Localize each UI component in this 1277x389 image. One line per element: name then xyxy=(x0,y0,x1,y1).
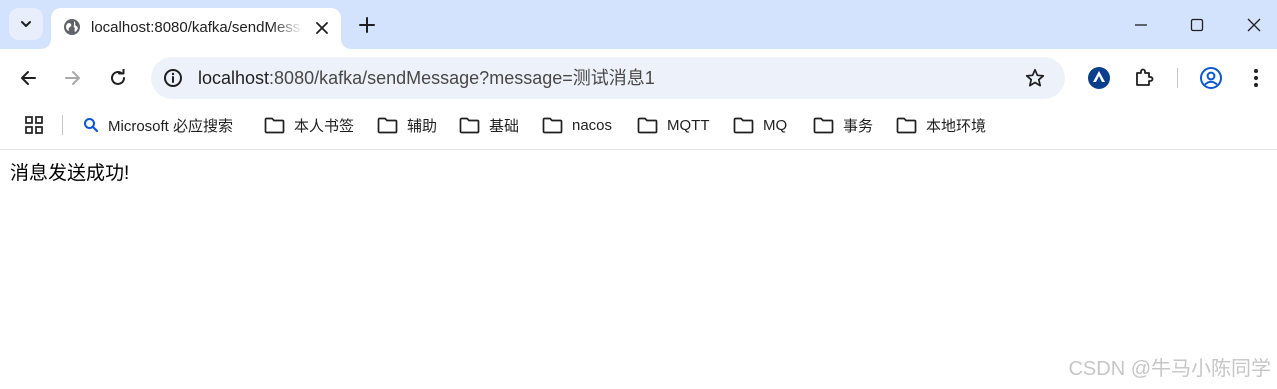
bookmark-label: MQTT xyxy=(667,116,710,134)
extension-logo-icon xyxy=(1088,67,1110,89)
bookmark-folder-local-env[interactable]: 本地环境 xyxy=(896,112,986,138)
bookmarks-bar: Microsoft 必应搜索 本人书签 辅助 基础 nacos MQTT MQ … xyxy=(0,106,1277,150)
folder-icon xyxy=(896,117,917,133)
bookmarks-divider xyxy=(62,115,63,135)
arrow-right-icon xyxy=(65,71,80,85)
bookmark-label: 基础 xyxy=(489,117,520,135)
profile-button[interactable] xyxy=(1197,64,1225,92)
minimize-icon xyxy=(1135,24,1147,26)
folder-icon xyxy=(459,117,480,133)
reload-icon xyxy=(111,69,125,85)
site-info-button[interactable] xyxy=(161,66,185,90)
close-window-button[interactable] xyxy=(1239,10,1269,40)
tab-strip: localhost:8080/kafka/sendMessage?message… xyxy=(0,0,1277,49)
tab-title: localhost:8080/kafka/sendMessage?message… xyxy=(91,19,303,36)
new-tab-button[interactable] xyxy=(355,13,379,37)
page-content: 消息发送成功! CSDN @牛马小陈同学 xyxy=(0,150,1277,389)
tab-active[interactable]: localhost:8080/kafka/sendMessage?message… xyxy=(51,8,341,49)
bookmark-label: nacos xyxy=(572,116,613,134)
bookmark-star-button[interactable] xyxy=(1023,66,1047,90)
info-icon xyxy=(164,69,182,87)
reload-button[interactable] xyxy=(103,63,133,93)
url-text[interactable]: localhost:8080/kafka/sendMessage?message… xyxy=(198,67,655,89)
search-icon xyxy=(84,118,99,133)
back-button[interactable] xyxy=(13,63,43,93)
url-path: :8080/kafka/sendMessage?message=测试消息1 xyxy=(269,68,655,88)
bookmark-label: MQ xyxy=(763,116,788,134)
apps-grid-icon xyxy=(25,116,43,134)
forward-button[interactable] xyxy=(58,63,88,93)
chevron-down-icon xyxy=(21,21,31,27)
close-icon xyxy=(316,22,328,34)
folder-icon xyxy=(637,117,658,133)
star-icon xyxy=(1025,68,1045,87)
bookmark-label: Microsoft 必应搜索 xyxy=(108,117,234,135)
folder-icon xyxy=(264,117,285,133)
bookmark-label: 本地环境 xyxy=(926,117,987,135)
toolbar-divider xyxy=(1177,68,1178,88)
bookmark-label: 辅助 xyxy=(407,117,438,135)
folder-icon xyxy=(377,117,398,133)
minimize-button[interactable] xyxy=(1126,10,1156,40)
browser-toolbar: localhost:8080/kafka/sendMessage?message… xyxy=(0,49,1277,106)
response-message: 消息发送成功! xyxy=(10,163,130,184)
plus-icon xyxy=(359,17,375,33)
puzzle-icon xyxy=(1136,68,1154,86)
bookmark-folder-transactions[interactable]: 事务 xyxy=(813,112,873,138)
url-host: localhost xyxy=(198,68,270,88)
extension-button[interactable] xyxy=(1085,64,1113,92)
more-vertical-icon xyxy=(1254,69,1258,87)
bookmark-folder-nacos[interactable]: nacos xyxy=(542,112,612,138)
bookmark-label: 本人书签 xyxy=(294,117,355,135)
bookmark-folder-personal[interactable]: 本人书签 xyxy=(264,112,354,138)
avatar-icon xyxy=(1200,67,1222,89)
bookmark-microsoft-bing[interactable]: Microsoft 必应搜索 xyxy=(83,112,233,138)
browser-menu-button[interactable] xyxy=(1242,64,1270,92)
maximize-button[interactable] xyxy=(1182,10,1212,40)
bookmark-folder-mq[interactable]: MQ xyxy=(733,112,787,138)
globe-icon xyxy=(64,19,80,35)
address-bar[interactable]: localhost:8080/kafka/sendMessage?message… xyxy=(151,57,1065,99)
maximize-icon xyxy=(1190,18,1204,32)
folder-icon xyxy=(733,117,754,133)
folder-icon xyxy=(542,117,563,133)
bookmark-label: 事务 xyxy=(843,117,874,135)
folder-icon xyxy=(813,117,834,133)
apps-button[interactable] xyxy=(23,114,45,136)
tab-search-button[interactable] xyxy=(9,8,43,40)
arrow-left-icon xyxy=(21,71,36,85)
close-tab-button[interactable] xyxy=(311,17,333,39)
bookmark-folder-auxiliary[interactable]: 辅助 xyxy=(377,112,437,138)
close-icon xyxy=(1247,18,1261,32)
extensions-menu-button[interactable] xyxy=(1130,64,1158,92)
bookmark-folder-mqtt[interactable]: MQTT xyxy=(637,112,710,138)
bookmark-folder-basics[interactable]: 基础 xyxy=(459,112,519,138)
watermark: CSDN @牛马小陈同学 xyxy=(1068,358,1271,380)
